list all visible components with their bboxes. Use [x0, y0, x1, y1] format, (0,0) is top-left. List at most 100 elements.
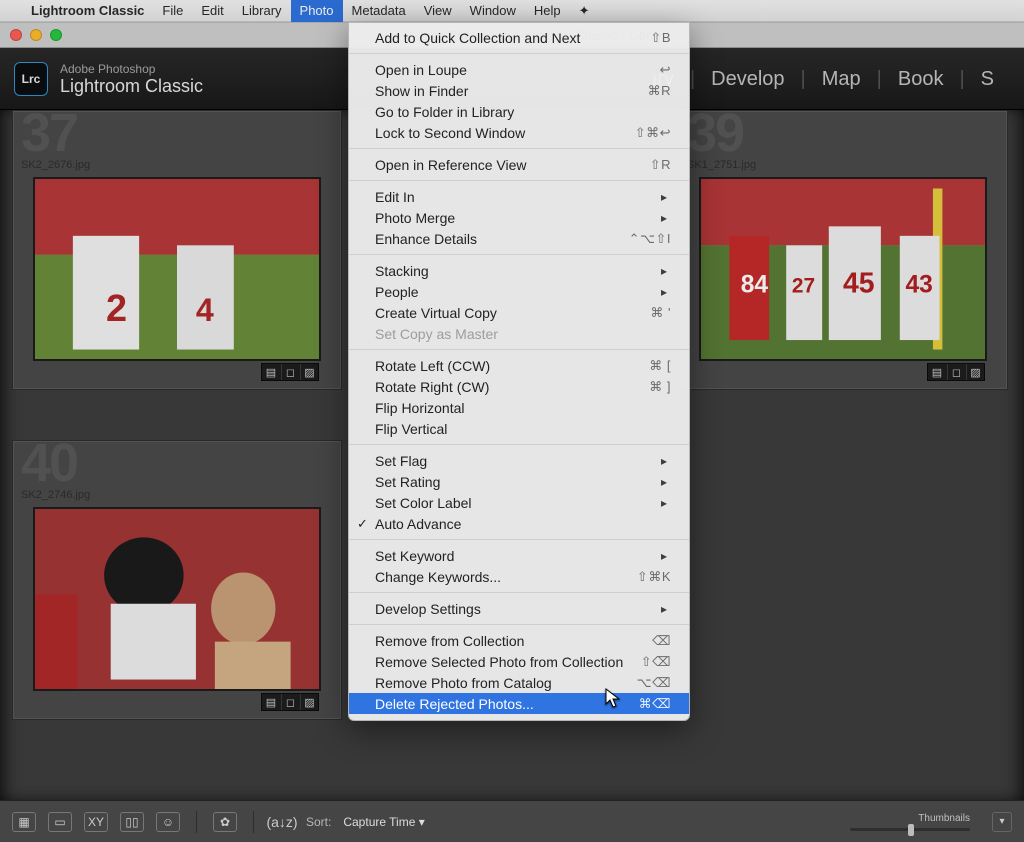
menu-item-label: Go to Folder in Library [375, 104, 671, 120]
menu-library[interactable]: Library [233, 0, 291, 22]
menu-item[interactable]: Photo Merge [349, 207, 689, 228]
photo-menu[interactable]: Add to Quick Collection and Next⇧B Open i… [348, 22, 690, 721]
menu-item-label: Open in Reference View [375, 157, 650, 173]
painter-tool-icon[interactable]: ✿ [213, 812, 237, 832]
menu-item[interactable]: Set Flag [349, 450, 689, 471]
submenu-arrow-icon [659, 601, 671, 616]
menu-item[interactable]: Lock to Second Window⇧⌘↩ [349, 122, 689, 143]
menu-divider [349, 624, 689, 625]
sort-value[interactable]: Capture Time ▾ [343, 815, 424, 829]
menu-file[interactable]: File [153, 0, 192, 22]
menu-item[interactable]: Remove from Collection⌫ [349, 630, 689, 651]
svg-text:43: 43 [905, 272, 932, 299]
menu-item-label: Change Keywords... [375, 569, 637, 585]
menu-item[interactable]: Create Virtual Copy⌘ ' [349, 302, 689, 323]
menu-item-label: Create Virtual Copy [375, 305, 650, 321]
menu-app[interactable]: Lightroom Classic [22, 0, 153, 22]
people-view-icon[interactable]: ☺ [156, 812, 180, 832]
menu-metadata[interactable]: Metadata [343, 0, 415, 22]
submenu-arrow-icon [659, 210, 671, 225]
menu-item-label: Stacking [375, 263, 659, 279]
menu-item[interactable]: Set Keyword [349, 545, 689, 566]
menu-divider [349, 539, 689, 540]
menu-item[interactable]: People [349, 281, 689, 302]
thumbnail-image[interactable] [33, 507, 321, 691]
traffic-lights[interactable] [10, 29, 62, 41]
menu-divider [349, 180, 689, 181]
menu-item[interactable]: Change Keywords...⇧⌘K [349, 566, 689, 587]
chevron-down-icon: ▾ [419, 815, 425, 829]
grid-view-icon[interactable]: ▦ [12, 812, 36, 832]
cell-index: 39 [687, 111, 743, 157]
separator [196, 811, 197, 833]
module-develop[interactable]: Develop [695, 68, 800, 91]
menu-item[interactable]: Open in Reference View⇧R [349, 154, 689, 175]
menu-item[interactable]: Flip Vertical [349, 418, 689, 439]
menu-item-label: Flip Horizontal [375, 400, 671, 416]
menu-item[interactable]: Rotate Left (CCW)⌘ [ [349, 355, 689, 376]
menu-item[interactable]: Set Rating [349, 471, 689, 492]
menu-item[interactable]: Flip Horizontal [349, 397, 689, 418]
menu-photo[interactable]: Photo [291, 0, 343, 22]
menu-item[interactable]: Edit In [349, 186, 689, 207]
module-more[interactable]: S [965, 68, 1010, 91]
slider-track[interactable] [850, 828, 970, 831]
menu-item-label: Set Keyword [375, 548, 659, 564]
menu-item[interactable]: Remove Photo from Catalog⌥⌫ [349, 672, 689, 693]
menu-help[interactable]: Help [525, 0, 570, 22]
menu-view[interactable]: View [415, 0, 461, 22]
menu-window[interactable]: Window [461, 0, 525, 22]
module-book[interactable]: Book [882, 68, 960, 91]
menu-shortcut: ↩ [660, 62, 671, 78]
brand-title: Lightroom Classic [60, 76, 203, 97]
menu-item-label: Set Rating [375, 474, 659, 490]
menu-edit[interactable]: Edit [192, 0, 232, 22]
menu-item-label: Photo Merge [375, 210, 659, 226]
zoom-window-icon[interactable] [50, 29, 62, 41]
menu-item[interactable]: Go to Folder in Library [349, 101, 689, 122]
grid-cell[interactable]: 37 SK2_2676.jpg 2 4 ▤ ◻ ▨ [12, 110, 342, 390]
cell-index: 37 [21, 111, 77, 157]
mac-menubar: Lightroom Classic File Edit Library Phot… [0, 0, 1024, 22]
menu-item[interactable]: Remove Selected Photo from Collection⇧⌫ [349, 651, 689, 672]
menu-item[interactable]: Set Color Label [349, 492, 689, 513]
minimize-window-icon[interactable] [30, 29, 42, 41]
toolbar-more-icon[interactable]: ▾ [992, 812, 1012, 832]
menu-item[interactable]: Add to Quick Collection and Next⇧B [349, 27, 689, 48]
menu-item[interactable]: Develop Settings [349, 598, 689, 619]
svg-text:2: 2 [106, 288, 127, 330]
menu-item[interactable]: Auto Advance [349, 513, 689, 534]
thumbnail-image[interactable]: 2 4 [33, 177, 321, 361]
menu-shortcut: ⇧⌘↩ [635, 125, 671, 141]
menu-item-label: Rotate Left (CCW) [375, 358, 649, 374]
survey-view-icon[interactable]: ▯▯ [120, 812, 144, 832]
grid-cell[interactable]: 40 SK2_2746.jpg ▤ ◻ ▨ [12, 440, 342, 720]
thumbnail-size-slider[interactable]: Thumbnails [850, 813, 970, 831]
slider-knob[interactable] [908, 824, 914, 836]
menubar-extra-icon[interactable]: ✦ [570, 0, 599, 22]
menu-item-label: Flip Vertical [375, 421, 671, 437]
grid-cell[interactable]: 39 SK1_2751.jpg 84 45 43 27 ▤ ◻ ▨ [678, 110, 1008, 390]
menu-divider [349, 148, 689, 149]
menu-item-label: Remove Photo from Catalog [375, 675, 637, 691]
menu-item[interactable]: Stacking [349, 260, 689, 281]
menu-item-label: Lock to Second Window [375, 125, 635, 141]
loupe-view-icon[interactable]: ▭ [48, 812, 72, 832]
module-map[interactable]: Map [806, 68, 877, 91]
menu-item-label: Open in Loupe [375, 62, 660, 78]
menu-item[interactable]: Delete Rejected Photos...⌘⌫ [349, 693, 689, 714]
cell-filename: SK2_2746.jpg [21, 489, 90, 501]
menu-item[interactable]: Rotate Right (CW)⌘ ] [349, 376, 689, 397]
submenu-arrow-icon [659, 189, 671, 204]
badge-icon: ◻ [947, 364, 965, 380]
menu-item[interactable]: Enhance Details⌃⌥⇧I [349, 228, 689, 249]
thumbnail-image[interactable]: 84 45 43 27 [699, 177, 987, 361]
menu-item[interactable]: Open in Loupe↩ [349, 59, 689, 80]
submenu-arrow-icon [659, 474, 671, 489]
compare-view-icon[interactable]: XY [84, 812, 108, 832]
badge-icon: ▤ [928, 364, 946, 380]
close-window-icon[interactable] [10, 29, 22, 41]
menu-item[interactable]: Show in Finder⌘R [349, 80, 689, 101]
sort-direction-icon[interactable]: (a↓z) [270, 812, 294, 832]
cell-index: 40 [21, 441, 77, 487]
